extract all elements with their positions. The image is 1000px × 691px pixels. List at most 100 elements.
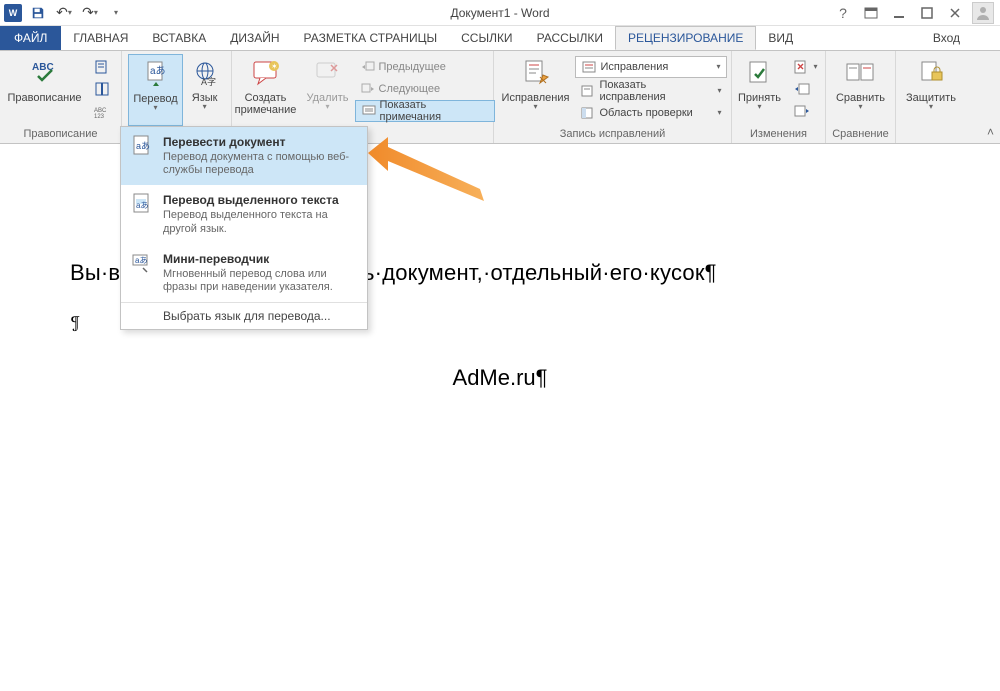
- group-tracking: Исправления ▾ Исправления ▾: [494, 51, 732, 143]
- accept-icon: [747, 56, 773, 90]
- group-changes: Принять ▾ ▾ Изменения: [732, 51, 826, 143]
- customize-qab-icon[interactable]: ▾: [106, 3, 126, 23]
- previous-icon: [361, 61, 375, 73]
- changes-small: ▾: [788, 54, 824, 122]
- track-changes-button[interactable]: Исправления ▾: [498, 54, 574, 126]
- collapse-ribbon-icon[interactable]: ˄: [987, 125, 994, 139]
- next-comment-button[interactable]: Следующее: [355, 78, 495, 100]
- delete-comment-button[interactable]: Удалить ▾: [303, 54, 353, 126]
- sign-in-link[interactable]: Вход: [933, 26, 1000, 50]
- previous-comment-button[interactable]: Предыдущее: [355, 56, 495, 78]
- translate-document-title: Перевести документ: [163, 135, 357, 149]
- show-markup-arrow: ▾: [717, 88, 721, 94]
- word-count-icon[interactable]: ABC123: [88, 100, 118, 122]
- comments-nav: Предыдущее Следующее Показать примечания: [355, 54, 495, 122]
- language-icon: A字: [191, 56, 219, 90]
- spelling-icon: ABC: [30, 56, 60, 90]
- maximize-icon[interactable]: [916, 3, 938, 23]
- word-app-icon: W: [4, 4, 22, 22]
- translate-icon: aあ: [142, 57, 170, 91]
- svg-text:✶: ✶: [271, 62, 278, 71]
- protect-button[interactable]: Защитить ▾: [902, 54, 960, 126]
- track-changes-icon: [522, 56, 550, 90]
- delete-dropdown-arrow: ▾: [325, 104, 329, 110]
- delete-comment-icon: [315, 56, 341, 90]
- mini-translator-icon: aあ: [131, 252, 153, 274]
- translate-document-desc: Перевод документа с помощью веб-службы п…: [163, 151, 357, 177]
- group-protect: Защитить ▾: [896, 51, 966, 143]
- minimize-icon[interactable]: [888, 3, 910, 23]
- redo-icon[interactable]: ↷▾: [80, 3, 100, 23]
- translate-button[interactable]: aあ Перевод ▾: [128, 54, 182, 126]
- next-icon: [361, 83, 375, 95]
- reviewing-pane-icon: [581, 107, 595, 119]
- thesaurus-icon[interactable]: [88, 78, 118, 100]
- tab-home[interactable]: ГЛАВНАЯ: [61, 26, 140, 50]
- document-center-text: AdMe.ru¶: [70, 365, 930, 391]
- new-comment-label: Создать примечание: [235, 92, 297, 116]
- display-for-review-dropdown[interactable]: Исправления ▾: [575, 56, 727, 78]
- group-tracking-label: Запись исправлений: [560, 127, 665, 143]
- show-comments-label: Показать примечания: [380, 99, 488, 123]
- previous-label: Предыдущее: [379, 61, 446, 73]
- define-icon[interactable]: [88, 56, 118, 78]
- undo-icon[interactable]: ↶▾: [54, 3, 74, 23]
- svg-text:aあ: aあ: [150, 65, 166, 77]
- new-comment-button[interactable]: ✶ Создать примечание: [231, 54, 301, 126]
- reject-icon[interactable]: ▾: [788, 56, 824, 78]
- tab-references[interactable]: ССЫЛКИ: [449, 26, 524, 50]
- group-compare-label: Сравнение: [832, 127, 889, 143]
- translate-dropdown-arrow: ▾: [153, 105, 157, 111]
- tab-file[interactable]: ФАЙЛ: [0, 26, 61, 50]
- tab-page-layout[interactable]: РАЗМЕТКА СТРАНИЦЫ: [292, 26, 450, 50]
- language-dropdown-arrow: ▾: [203, 104, 207, 110]
- mini-translator-item[interactable]: aあ Мини-переводчик Мгновенный перевод сл…: [121, 244, 367, 302]
- svg-text:123: 123: [94, 114, 105, 118]
- show-markup-label: Показать исправления: [599, 79, 713, 103]
- doc-text-prefix: Вы·в: [70, 260, 120, 285]
- translate-selection-item[interactable]: aあ Перевод выделенного текста Перевод вы…: [121, 185, 367, 243]
- reviewing-pane-button[interactable]: Область проверки ▾: [575, 102, 727, 124]
- tab-insert[interactable]: ВСТАВКА: [140, 26, 218, 50]
- next-label: Следующее: [379, 83, 441, 95]
- window-title: Документ1 - Word: [450, 6, 549, 20]
- show-comments-button[interactable]: Показать примечания: [355, 100, 495, 122]
- spelling-button[interactable]: ABC Правописание: [3, 54, 85, 126]
- tab-design[interactable]: ДИЗАЙН: [218, 26, 291, 50]
- track-changes-dropdown-arrow: ▾: [533, 104, 537, 110]
- language-button[interactable]: A字 Язык ▾: [185, 54, 225, 126]
- group-proofing-label: Правописание: [23, 127, 97, 143]
- user-avatar[interactable]: [972, 2, 994, 24]
- translate-document-item[interactable]: aあ Перевести документ Перевод документа …: [121, 127, 367, 185]
- accept-button[interactable]: Принять ▾: [734, 54, 786, 126]
- title-bar: W ↶▾ ↷▾ ▾ Документ1 - Word ?: [0, 0, 1000, 26]
- reviewing-pane-arrow: ▾: [717, 110, 721, 116]
- show-comments-icon: [362, 105, 376, 117]
- display-for-review-label: Исправления: [600, 61, 668, 73]
- compare-dropdown-arrow: ▾: [858, 104, 862, 110]
- save-icon[interactable]: [28, 3, 48, 23]
- tab-view[interactable]: ВИД: [756, 26, 805, 50]
- choose-translation-language-item[interactable]: Выбрать язык для перевода...: [121, 303, 367, 329]
- previous-change-icon[interactable]: [788, 78, 824, 100]
- protect-icon: [918, 56, 944, 90]
- ribbon-tab-bar: ФАЙЛ ГЛАВНАЯ ВСТАВКА ДИЗАЙН РАЗМЕТКА СТР…: [0, 26, 1000, 50]
- quick-access-toolbar: W ↶▾ ↷▾ ▾: [0, 3, 126, 23]
- svg-text:aあ: aあ: [135, 256, 147, 265]
- tab-mailings[interactable]: РАССЫЛКИ: [525, 26, 615, 50]
- compare-button[interactable]: Сравнить ▾: [832, 54, 889, 126]
- translate-document-icon: aあ: [131, 135, 153, 157]
- mini-translator-title: Мини-переводчик: [163, 252, 357, 266]
- show-markup-button[interactable]: Показать исправления ▾: [575, 80, 727, 102]
- tracking-options: Исправления ▾ Показать исправления ▾ Обл…: [575, 54, 727, 124]
- next-change-icon[interactable]: [788, 100, 824, 122]
- reviewing-pane-label: Область проверки: [599, 107, 692, 119]
- ribbon-display-options-icon[interactable]: [860, 3, 882, 23]
- close-icon[interactable]: [944, 3, 966, 23]
- doc-text-suffix: ь·документ,·отдельный·его·кусок¶: [363, 260, 717, 285]
- window-controls: ?: [832, 2, 1000, 24]
- tab-review[interactable]: РЕЦЕНЗИРОВАНИЕ: [615, 26, 756, 50]
- proofing-small-buttons: ABC123: [88, 54, 118, 122]
- help-icon[interactable]: ?: [832, 3, 854, 23]
- accept-dropdown-arrow: ▾: [757, 104, 761, 110]
